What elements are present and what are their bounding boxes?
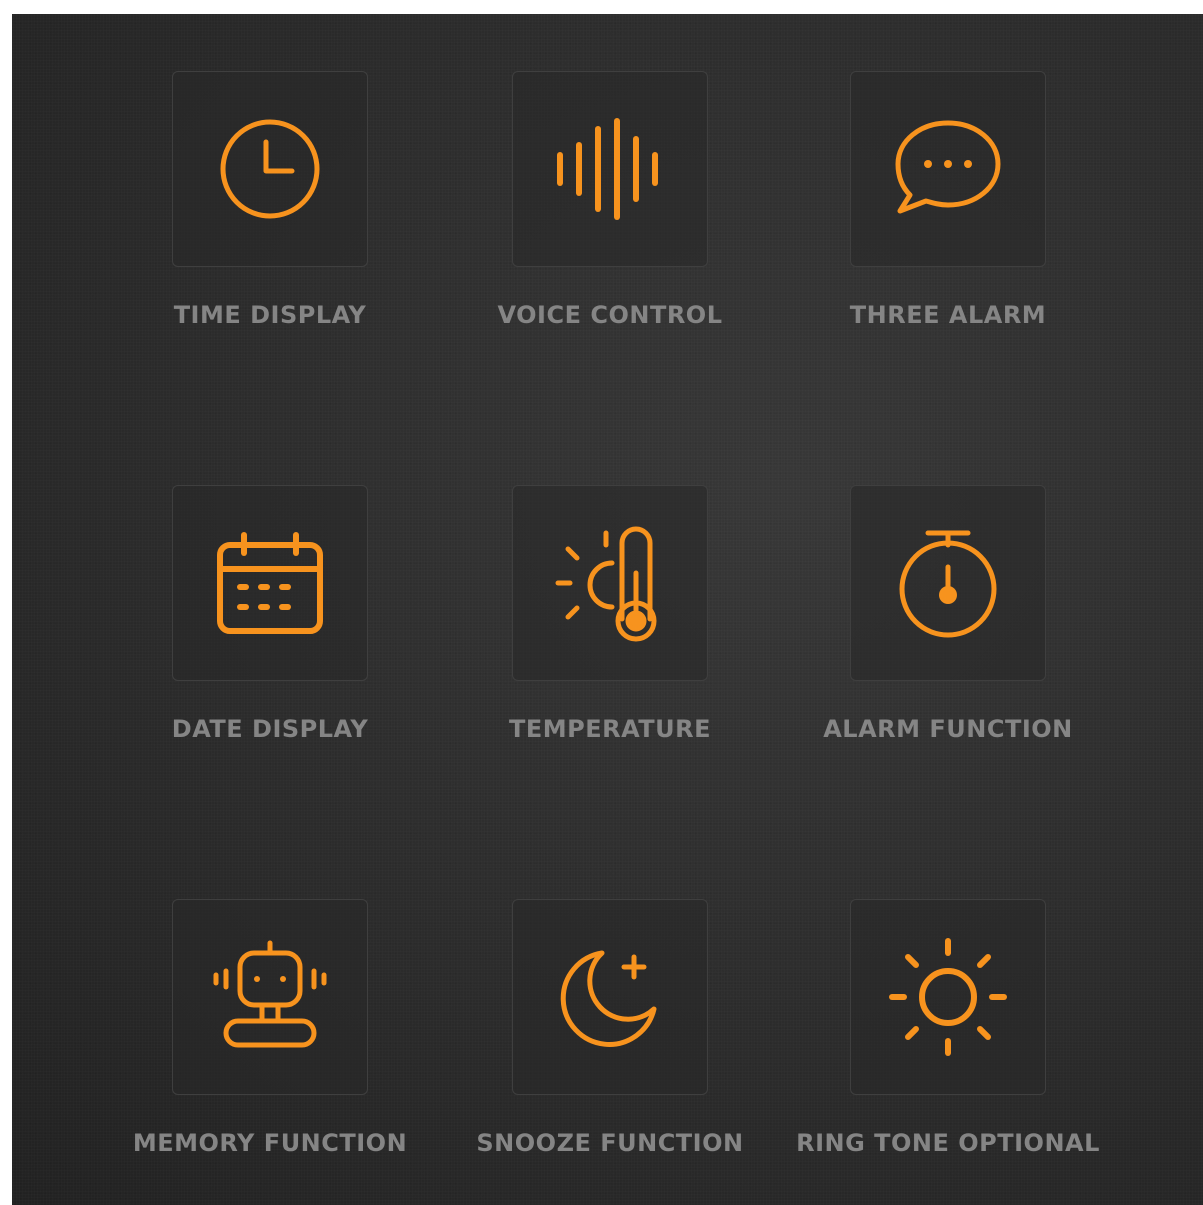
chat-bubble-icon bbox=[895, 120, 1001, 214]
feature-tile-date-display bbox=[172, 485, 368, 681]
moon-plus-icon bbox=[560, 950, 657, 1047]
sun-icon bbox=[889, 938, 1007, 1056]
feature-label-date-display: DATE DISPLAY bbox=[171, 715, 369, 743]
feature-label-alarm-function: ALARM FUNCTION bbox=[823, 715, 1073, 743]
feature-panel: TIME DISPLAY VOICE CONTROL THREE ALARM D… bbox=[12, 14, 1203, 1205]
clock-icon bbox=[220, 119, 320, 219]
sound-wave-icon bbox=[557, 118, 658, 220]
feature-label-memory-function: MEMORY FUNCTION bbox=[132, 1129, 408, 1157]
feature-tile-snooze-function bbox=[512, 899, 708, 1095]
feature-label-temperature: TEMPERATURE bbox=[508, 715, 712, 743]
feature-label-three-alarm: THREE ALARM bbox=[849, 301, 1047, 329]
stopwatch-icon bbox=[899, 530, 997, 638]
feature-tile-time-display bbox=[172, 71, 368, 267]
calendar-icon bbox=[217, 532, 323, 634]
thermometer-sun-icon bbox=[555, 526, 657, 642]
feature-tile-alarm-function bbox=[850, 485, 1046, 681]
feature-tile-temperature bbox=[512, 485, 708, 681]
robot-icon bbox=[213, 940, 327, 1048]
feature-label-ring-tone-optional: RING TONE OPTIONAL bbox=[796, 1129, 1100, 1157]
feature-tile-voice-control bbox=[512, 71, 708, 267]
feature-tile-three-alarm bbox=[850, 71, 1046, 267]
feature-label-voice-control: VOICE CONTROL bbox=[497, 301, 723, 329]
feature-label-time-display: TIME DISPLAY bbox=[173, 301, 367, 329]
feature-tile-memory-function bbox=[172, 899, 368, 1095]
feature-tile-ring-tone-optional bbox=[850, 899, 1046, 1095]
feature-label-snooze-function: SNOOZE FUNCTION bbox=[476, 1129, 744, 1157]
